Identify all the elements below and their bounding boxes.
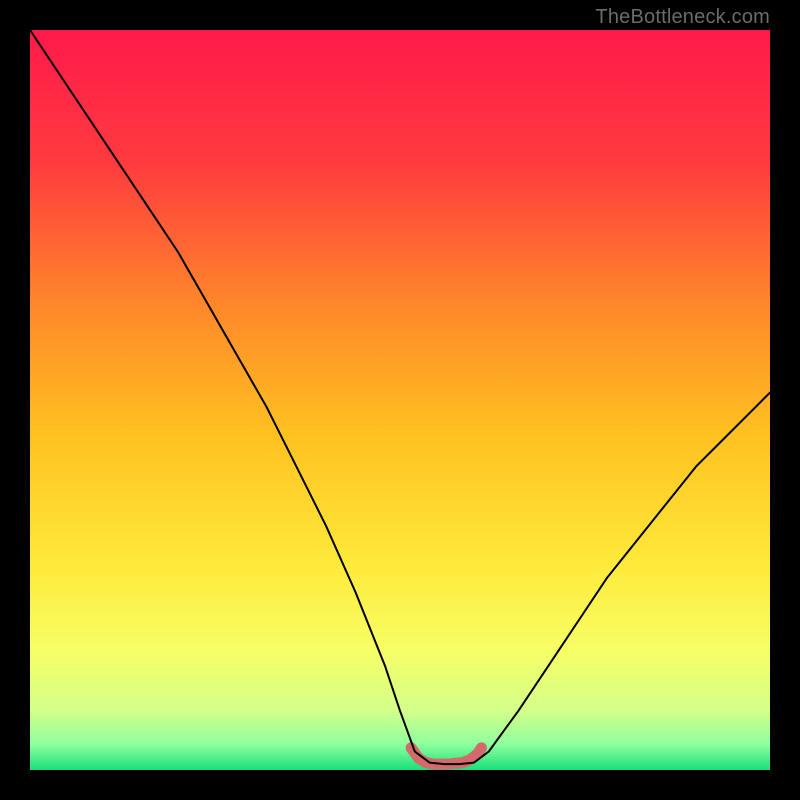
bottleneck-curve-path <box>30 30 770 764</box>
plot-area <box>30 30 770 770</box>
chart-frame: TheBottleneck.com <box>0 0 800 800</box>
curve-layer <box>30 30 770 770</box>
watermark-text: TheBottleneck.com <box>595 6 770 29</box>
